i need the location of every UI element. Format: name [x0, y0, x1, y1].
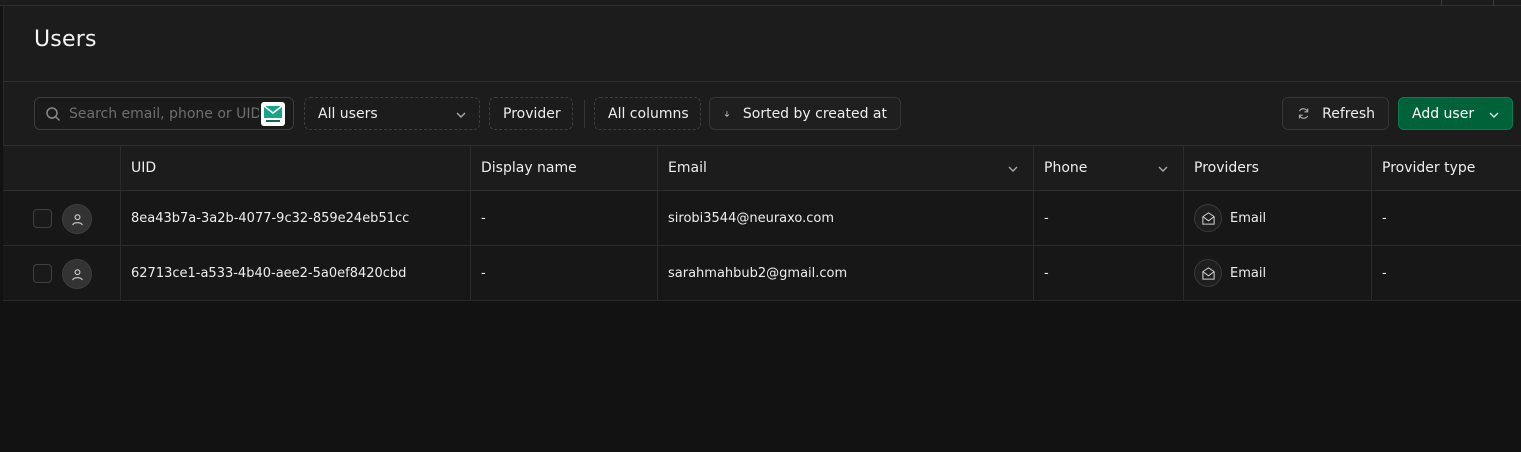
select-column-header	[3, 146, 121, 190]
column-header-phone[interactable]: Phone	[1034, 146, 1184, 190]
table-header-row: UID Display name Email Phone Providers P…	[3, 146, 1521, 191]
column-header-label: Providers	[1194, 160, 1259, 176]
search-icon	[46, 107, 61, 122]
column-header-label: Provider type	[1382, 160, 1476, 176]
provider-type-cell: -	[1382, 210, 1387, 226]
row-select-cell	[3, 191, 121, 245]
toolbar-divider	[584, 100, 585, 128]
avatar	[62, 259, 92, 289]
uid-cell: 62713ce1-a533-4b40-aee2-5a0ef8420cbd	[121, 246, 471, 300]
provider-filter-button[interactable]: Provider	[489, 97, 573, 130]
search-input[interactable]	[69, 98, 259, 129]
users-filter-dropdown[interactable]: All users	[304, 97, 480, 130]
envelope-icon	[1194, 204, 1222, 232]
row-checkbox[interactable]	[33, 264, 52, 283]
refresh-button[interactable]: Refresh	[1282, 97, 1389, 130]
column-header-display-name[interactable]: Display name	[471, 146, 658, 190]
page-header: Users	[3, 6, 1521, 82]
columns-label: All columns	[608, 105, 689, 122]
sort-button[interactable]: Sorted by created at	[709, 97, 901, 130]
add-user-button[interactable]: Add user	[1398, 97, 1513, 130]
providers-cell: Email	[1184, 191, 1372, 245]
column-header-label: Email	[668, 160, 707, 176]
users-filter-label: All users	[318, 105, 378, 122]
phone-cell: -	[1034, 191, 1184, 245]
mail-extension-icon[interactable]	[261, 102, 285, 126]
display-name-cell: -	[471, 191, 658, 245]
column-header-label: Phone	[1044, 160, 1088, 176]
user-icon	[71, 268, 83, 280]
column-header-label: UID	[131, 160, 157, 176]
email-cell: sarahmahbub2@gmail.com	[658, 246, 1034, 300]
sort-label: Sorted by created at	[742, 105, 887, 122]
chevron-down-icon[interactable]	[1157, 163, 1169, 175]
arrow-down-icon	[724, 110, 730, 117]
chevron-down-icon	[456, 112, 466, 118]
users-table: UID Display name Email Phone Providers P…	[3, 146, 1521, 301]
refresh-label: Refresh	[1322, 105, 1375, 122]
avatar	[62, 204, 92, 234]
refresh-icon	[1298, 108, 1309, 119]
row-checkbox[interactable]	[33, 209, 52, 228]
user-icon	[71, 213, 83, 225]
search-box[interactable]	[34, 97, 294, 130]
column-header-providers[interactable]: Providers	[1184, 146, 1372, 190]
row-select-cell	[3, 246, 121, 300]
provider-type-cell: -	[1382, 265, 1387, 281]
table-row[interactable]: 8ea43b7a-3a2b-4077-9c32-859e24eb51cc - s…	[3, 191, 1521, 246]
chevron-down-icon	[1489, 112, 1499, 118]
page-title: Users	[34, 27, 97, 52]
column-header-label: Display name	[481, 160, 577, 176]
table-row[interactable]: 62713ce1-a533-4b40-aee2-5a0ef8420cbd - s…	[3, 246, 1521, 301]
providers-cell: Email	[1184, 246, 1372, 300]
email-cell: sirobi3544@neuraxo.com	[658, 191, 1034, 245]
chevron-down-icon[interactable]	[1007, 163, 1019, 175]
uid-cell: 8ea43b7a-3a2b-4077-9c32-859e24eb51cc	[121, 191, 471, 245]
provider-label: Email	[1230, 265, 1267, 281]
column-header-uid[interactable]: UID	[121, 146, 471, 190]
provider-filter-label: Provider	[503, 105, 561, 122]
add-user-label: Add user	[1412, 105, 1475, 122]
display-name-cell: -	[471, 246, 658, 300]
envelope-icon	[1194, 259, 1222, 287]
columns-button[interactable]: All columns	[594, 97, 701, 130]
column-header-email[interactable]: Email	[658, 146, 1034, 190]
column-header-provider-type[interactable]: Provider type	[1372, 146, 1521, 190]
provider-label: Email	[1230, 210, 1267, 226]
phone-cell: -	[1034, 246, 1184, 300]
toolbar: All users Provider All columns Sorted by…	[3, 82, 1521, 146]
